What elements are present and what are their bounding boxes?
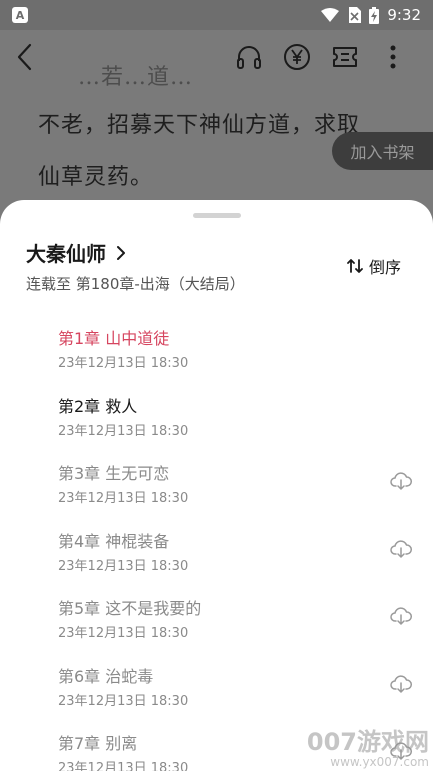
back-button[interactable] [16,37,48,77]
reader-toolbar [0,30,433,84]
audiobook-button[interactable] [225,35,273,79]
chapter-item[interactable]: 第5章 这不是我要的 23年12月13日 18:30 [0,580,433,648]
chapter-title: 第3章 生无可恋 [58,464,170,483]
status-bar: A 9:32 [0,0,433,30]
more-button[interactable] [369,35,417,79]
chapter-title: 第6章 治蛇毒 [58,666,154,686]
no-sim-icon [349,7,362,23]
chapter-title: 第5章 这不是我要的 [58,599,202,618]
yen-coin-icon [284,44,310,70]
chapter-item[interactable]: 第4章 神棍装备 23年12月13日 18:30 [0,513,433,581]
chapter-title: 第1章 山中道徒 [58,329,170,348]
app-notification-icon: A [12,7,28,23]
sheet-drag-handle[interactable] [193,213,241,218]
battery-charging-icon [369,6,380,24]
chapter-date: 23年12月13日 18:30 [58,356,189,371]
chapter-item[interactable]: 第2章 救人 23年12月13日 18:30 [0,378,433,446]
chapter-date: 23年12月13日 18:30 [58,626,189,641]
cloud-download-icon[interactable] [389,604,413,628]
cloud-download-icon[interactable] [389,469,413,493]
reader-line-faded: …若…道… [78,65,194,90]
ticket-button[interactable] [321,35,369,79]
wifi-icon [321,8,340,22]
chapter-date: 23年12月13日 18:30 [58,761,189,771]
add-to-shelf-button[interactable]: 加入书架 [332,132,433,170]
sort-icon [347,259,363,273]
watermark: 007游戏网 www.yx007.com [307,729,429,769]
serial-progress: 连载至 第180章-出海（大结局） [26,275,245,293]
chapter-item[interactable]: 第6章 治蛇毒 23年12月13日 18:30 [0,648,433,716]
chapter-date: 23年12月13日 18:30 [58,558,189,574]
ticket-icon [333,47,357,67]
watermark-brand: 007游戏网 [306,728,429,756]
chapter-title: 第7章 别离 [58,734,138,753]
chapter-date: 23年12月13日 18:30 [58,693,189,709]
chapter-date: 23年12月13日 18:30 [58,491,189,506]
cloud-download-icon[interactable] [389,672,413,696]
catalog-sheet: 大秦仙师 连载至 第180章-出海（大结局） 倒序 第1章 山中道徒 23年12月… [0,200,433,771]
chapter-title: 第2章 救人 [58,396,138,416]
cloud-download-icon[interactable] [389,537,413,561]
chapter-list: 第1章 山中道徒 23年12月13日 18:30 第2章 救人 23年12月13日 1… [0,310,433,771]
book-title-link[interactable]: 大秦仙师 [26,238,126,267]
chapter-item[interactable]: 第1章 山中道徒 23年12月13日 18:30 [0,310,433,378]
chapter-date: 23年12月13日 18:30 [58,423,189,439]
chevron-left-icon [17,43,32,71]
more-vertical-icon [390,45,396,69]
clock: 9:32 [387,6,421,24]
sort-label: 倒序 [368,258,401,277]
chapter-item[interactable]: 第3章 生无可恋 23年12月13日 18:30 [0,445,433,513]
chevron-right-icon [117,245,125,260]
headphones-icon [237,46,261,69]
reward-button[interactable] [273,35,321,79]
watermark-url: www.yx007.com [330,755,429,769]
chapter-title: 第4章 神棍装备 [58,531,170,551]
book-title: 大秦仙师 [26,242,106,266]
sort-order-button[interactable]: 倒序 [347,254,401,278]
